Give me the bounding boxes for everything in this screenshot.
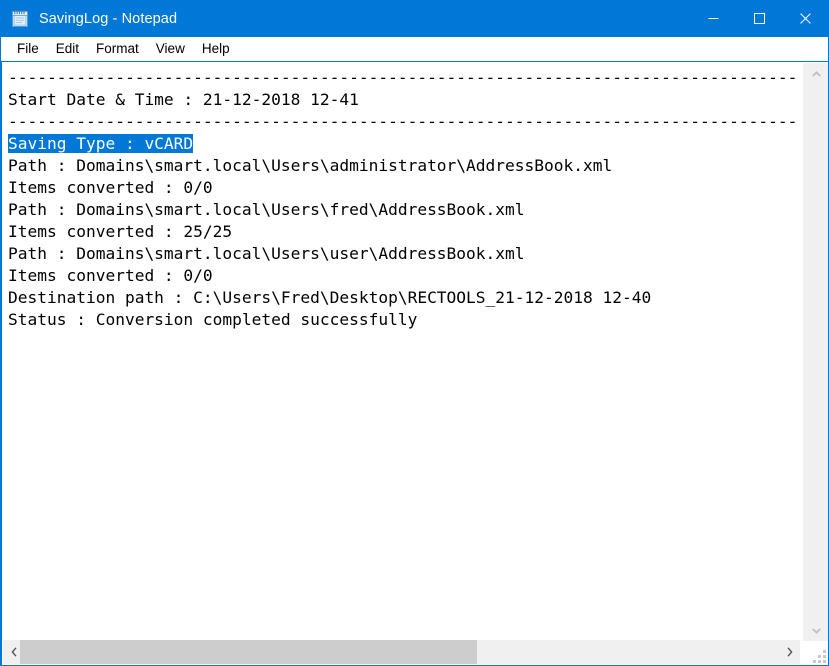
text-line: Saving Type : vCARD <box>3 133 800 155</box>
horizontal-scroll-thumb[interactable] <box>20 640 477 664</box>
text-line: Items converted : 25/25 <box>8 222 233 241</box>
scroll-right-button[interactable] <box>778 640 800 664</box>
scroll-up-button[interactable] <box>803 63 828 85</box>
maximize-button[interactable] <box>736 0 782 37</box>
horizontal-scrollbar[interactable] <box>3 640 800 664</box>
resize-grip-icon[interactable] <box>812 649 826 663</box>
text-line: Path : Domains\smart.local\Users\adminis… <box>8 156 613 175</box>
menu-item-format[interactable]: Format <box>88 39 147 59</box>
menu-item-edit[interactable]: Edit <box>48 39 87 59</box>
scroll-down-button[interactable] <box>803 619 828 641</box>
text-line: Path : Domains\smart.local\Users\fred\Ad… <box>8 200 525 219</box>
text-line: ----------------------------------------… <box>8 68 798 87</box>
editor-frame: ----------------------------------------… <box>1 61 828 665</box>
notepad-icon <box>10 9 30 29</box>
window-controls <box>690 0 828 37</box>
text-line: Items converted : 0/0 <box>8 178 213 197</box>
text-line: ----------------------------------------… <box>8 112 798 131</box>
notepad-window: SavingLog - Notepad File Edit Format Vie… <box>0 0 829 666</box>
close-button[interactable] <box>782 0 828 37</box>
menu-item-file[interactable]: File <box>9 39 47 59</box>
menu-item-view[interactable]: View <box>148 39 193 59</box>
text-editor[interactable]: ----------------------------------------… <box>3 63 800 641</box>
menu-bar: File Edit Format View Help <box>1 37 828 61</box>
text-line: Path : Domains\smart.local\Users\user\Ad… <box>8 244 525 263</box>
window-title: SavingLog - Notepad <box>39 10 178 27</box>
editor-area: ----------------------------------------… <box>1 61 828 665</box>
menu-item-help[interactable]: Help <box>194 39 238 59</box>
vertical-scrollbar[interactable] <box>802 63 828 641</box>
title-bar[interactable]: SavingLog - Notepad <box>1 0 828 37</box>
text-line: Status : Conversion completed successful… <box>8 310 418 329</box>
text-line: Items converted : 0/0 <box>8 266 213 285</box>
selected-text: Saving Type : vCARD <box>8 134 194 153</box>
minimize-button[interactable] <box>690 0 736 37</box>
text-line: Destination path : C:\Users\Fred\Desktop… <box>8 288 652 307</box>
text-line: Start Date & Time : 21-12-2018 12-41 <box>8 90 359 109</box>
